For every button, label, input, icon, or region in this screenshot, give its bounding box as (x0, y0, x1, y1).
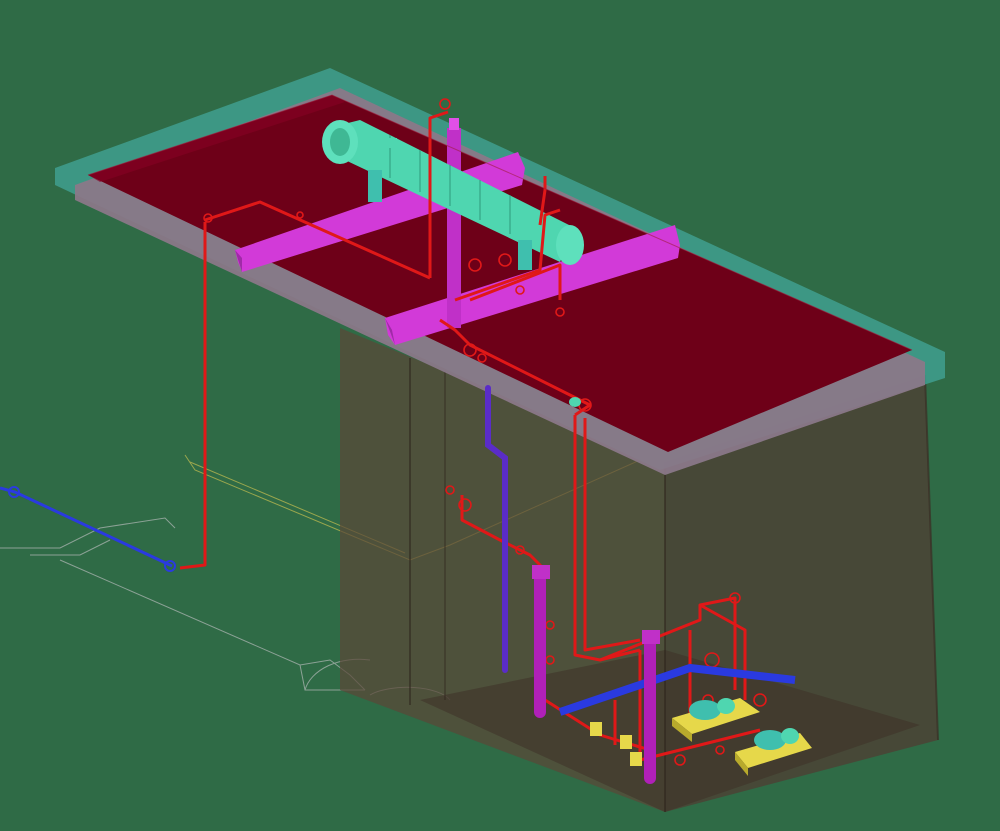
pump-motor-1 (689, 700, 721, 720)
blue-line-inlet (0, 486, 173, 568)
pipe-left-drop (179, 222, 207, 570)
cad-3d-viewport[interactable] (0, 0, 1000, 831)
isometric-plant-model (0, 68, 945, 812)
exchanger-head-right (556, 225, 584, 265)
exchanger-saddle-1 (368, 170, 382, 202)
pump-motor-2 (754, 730, 786, 750)
exchanger-saddle-2 (518, 240, 532, 270)
